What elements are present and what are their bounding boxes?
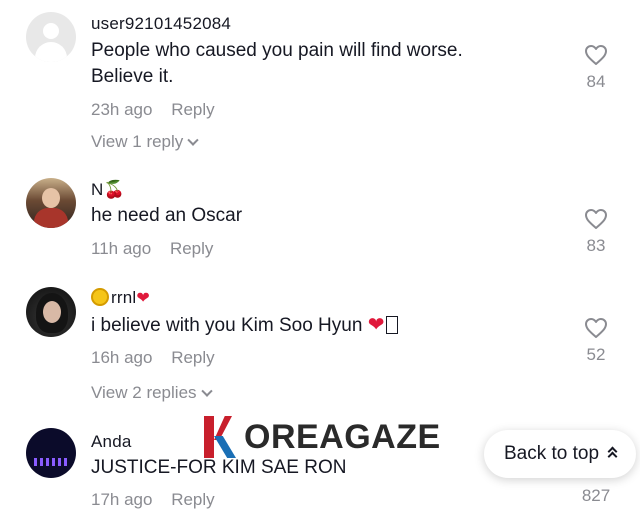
comment-username[interactable]: N🍒 bbox=[91, 180, 125, 200]
avatar-face-shape bbox=[43, 301, 61, 323]
watermark-text: OREAGAZE bbox=[240, 417, 445, 457]
avatar-shirt-shape bbox=[34, 208, 68, 228]
like-button[interactable]: 827 bbox=[576, 486, 616, 506]
view-replies-button[interactable]: View 1 reply bbox=[91, 132, 199, 152]
avatar[interactable] bbox=[26, 178, 76, 228]
avatar-lights-shape bbox=[34, 458, 68, 466]
avatar-face-shape bbox=[42, 188, 60, 208]
reply-button[interactable]: Reply bbox=[171, 100, 214, 119]
comment-username-text: rrnl bbox=[111, 288, 137, 307]
like-button[interactable]: 83 bbox=[576, 208, 616, 256]
watermark-k-bar bbox=[204, 416, 214, 458]
reply-button[interactable]: Reply bbox=[171, 348, 214, 367]
heart-emoji-icon: ❤ bbox=[367, 314, 385, 336]
back-to-top-label: Back to top bbox=[503, 443, 600, 464]
watermark-k-lower-diagonal bbox=[214, 436, 236, 458]
comment-time: 11h ago bbox=[91, 239, 152, 258]
comment-username[interactable]: Anda bbox=[91, 432, 132, 452]
comment-time: 16h ago bbox=[91, 348, 153, 367]
view-replies-button[interactable]: View 2 replies bbox=[91, 383, 213, 403]
watermark-logo: OREAGAZE bbox=[200, 414, 445, 460]
watermark-k-mark bbox=[200, 414, 240, 460]
heart-outline-icon bbox=[585, 45, 607, 65]
view-replies-label: View 2 replies bbox=[91, 383, 197, 402]
comment-username[interactable]: rrnl❤ bbox=[91, 288, 150, 308]
like-count: 84 bbox=[586, 72, 606, 91]
comment-time: 23h ago bbox=[91, 100, 153, 119]
like-count: 83 bbox=[586, 236, 606, 255]
comment-meta: 11h ago Reply bbox=[91, 239, 213, 259]
comment-time: 17h ago bbox=[91, 490, 153, 509]
chevron-down-icon bbox=[200, 385, 213, 397]
like-button[interactable]: 52 bbox=[576, 317, 616, 365]
coin-emoji-icon bbox=[91, 288, 109, 306]
comment-text-line: i believe with you Kim Soo Hyun ❤ bbox=[91, 312, 399, 339]
comment-meta: 17h ago Reply bbox=[91, 490, 215, 510]
heart-outline-icon bbox=[585, 209, 607, 229]
comment-meta: 16h ago Reply bbox=[91, 348, 215, 368]
chevron-down-icon bbox=[187, 134, 199, 146]
avatar-head-shape bbox=[43, 23, 59, 39]
comment-text-line: People who caused you pain will find wor… bbox=[91, 40, 463, 61]
missing-glyph-icon bbox=[386, 316, 399, 334]
avatar[interactable] bbox=[26, 287, 76, 337]
reply-button[interactable]: Reply bbox=[170, 239, 213, 258]
chevron-up-lower bbox=[607, 451, 618, 462]
heart-outline-icon bbox=[585, 318, 607, 338]
comment-text-line: he need an Oscar bbox=[91, 205, 243, 226]
avatar[interactable] bbox=[26, 428, 76, 478]
double-chevron-up-icon bbox=[607, 446, 618, 462]
avatar[interactable] bbox=[26, 12, 76, 62]
comment-text-line: Believe it. bbox=[91, 66, 174, 87]
avatar-body-shape bbox=[35, 42, 67, 62]
back-to-top-button[interactable]: Back to top bbox=[484, 430, 636, 478]
like-count: 827 bbox=[581, 486, 611, 505]
comment-meta: 23h ago Reply bbox=[91, 100, 215, 120]
like-count: 52 bbox=[586, 345, 606, 364]
heart-emoji-icon: ❤ bbox=[136, 290, 150, 307]
comment-text: i believe with you Kim Soo Hyun bbox=[91, 315, 363, 336]
reply-button[interactable]: Reply bbox=[171, 490, 214, 509]
view-replies-label: View 1 reply bbox=[91, 132, 184, 151]
comment-username[interactable]: user92101452084 bbox=[91, 14, 231, 34]
like-button[interactable]: 84 bbox=[576, 44, 616, 92]
